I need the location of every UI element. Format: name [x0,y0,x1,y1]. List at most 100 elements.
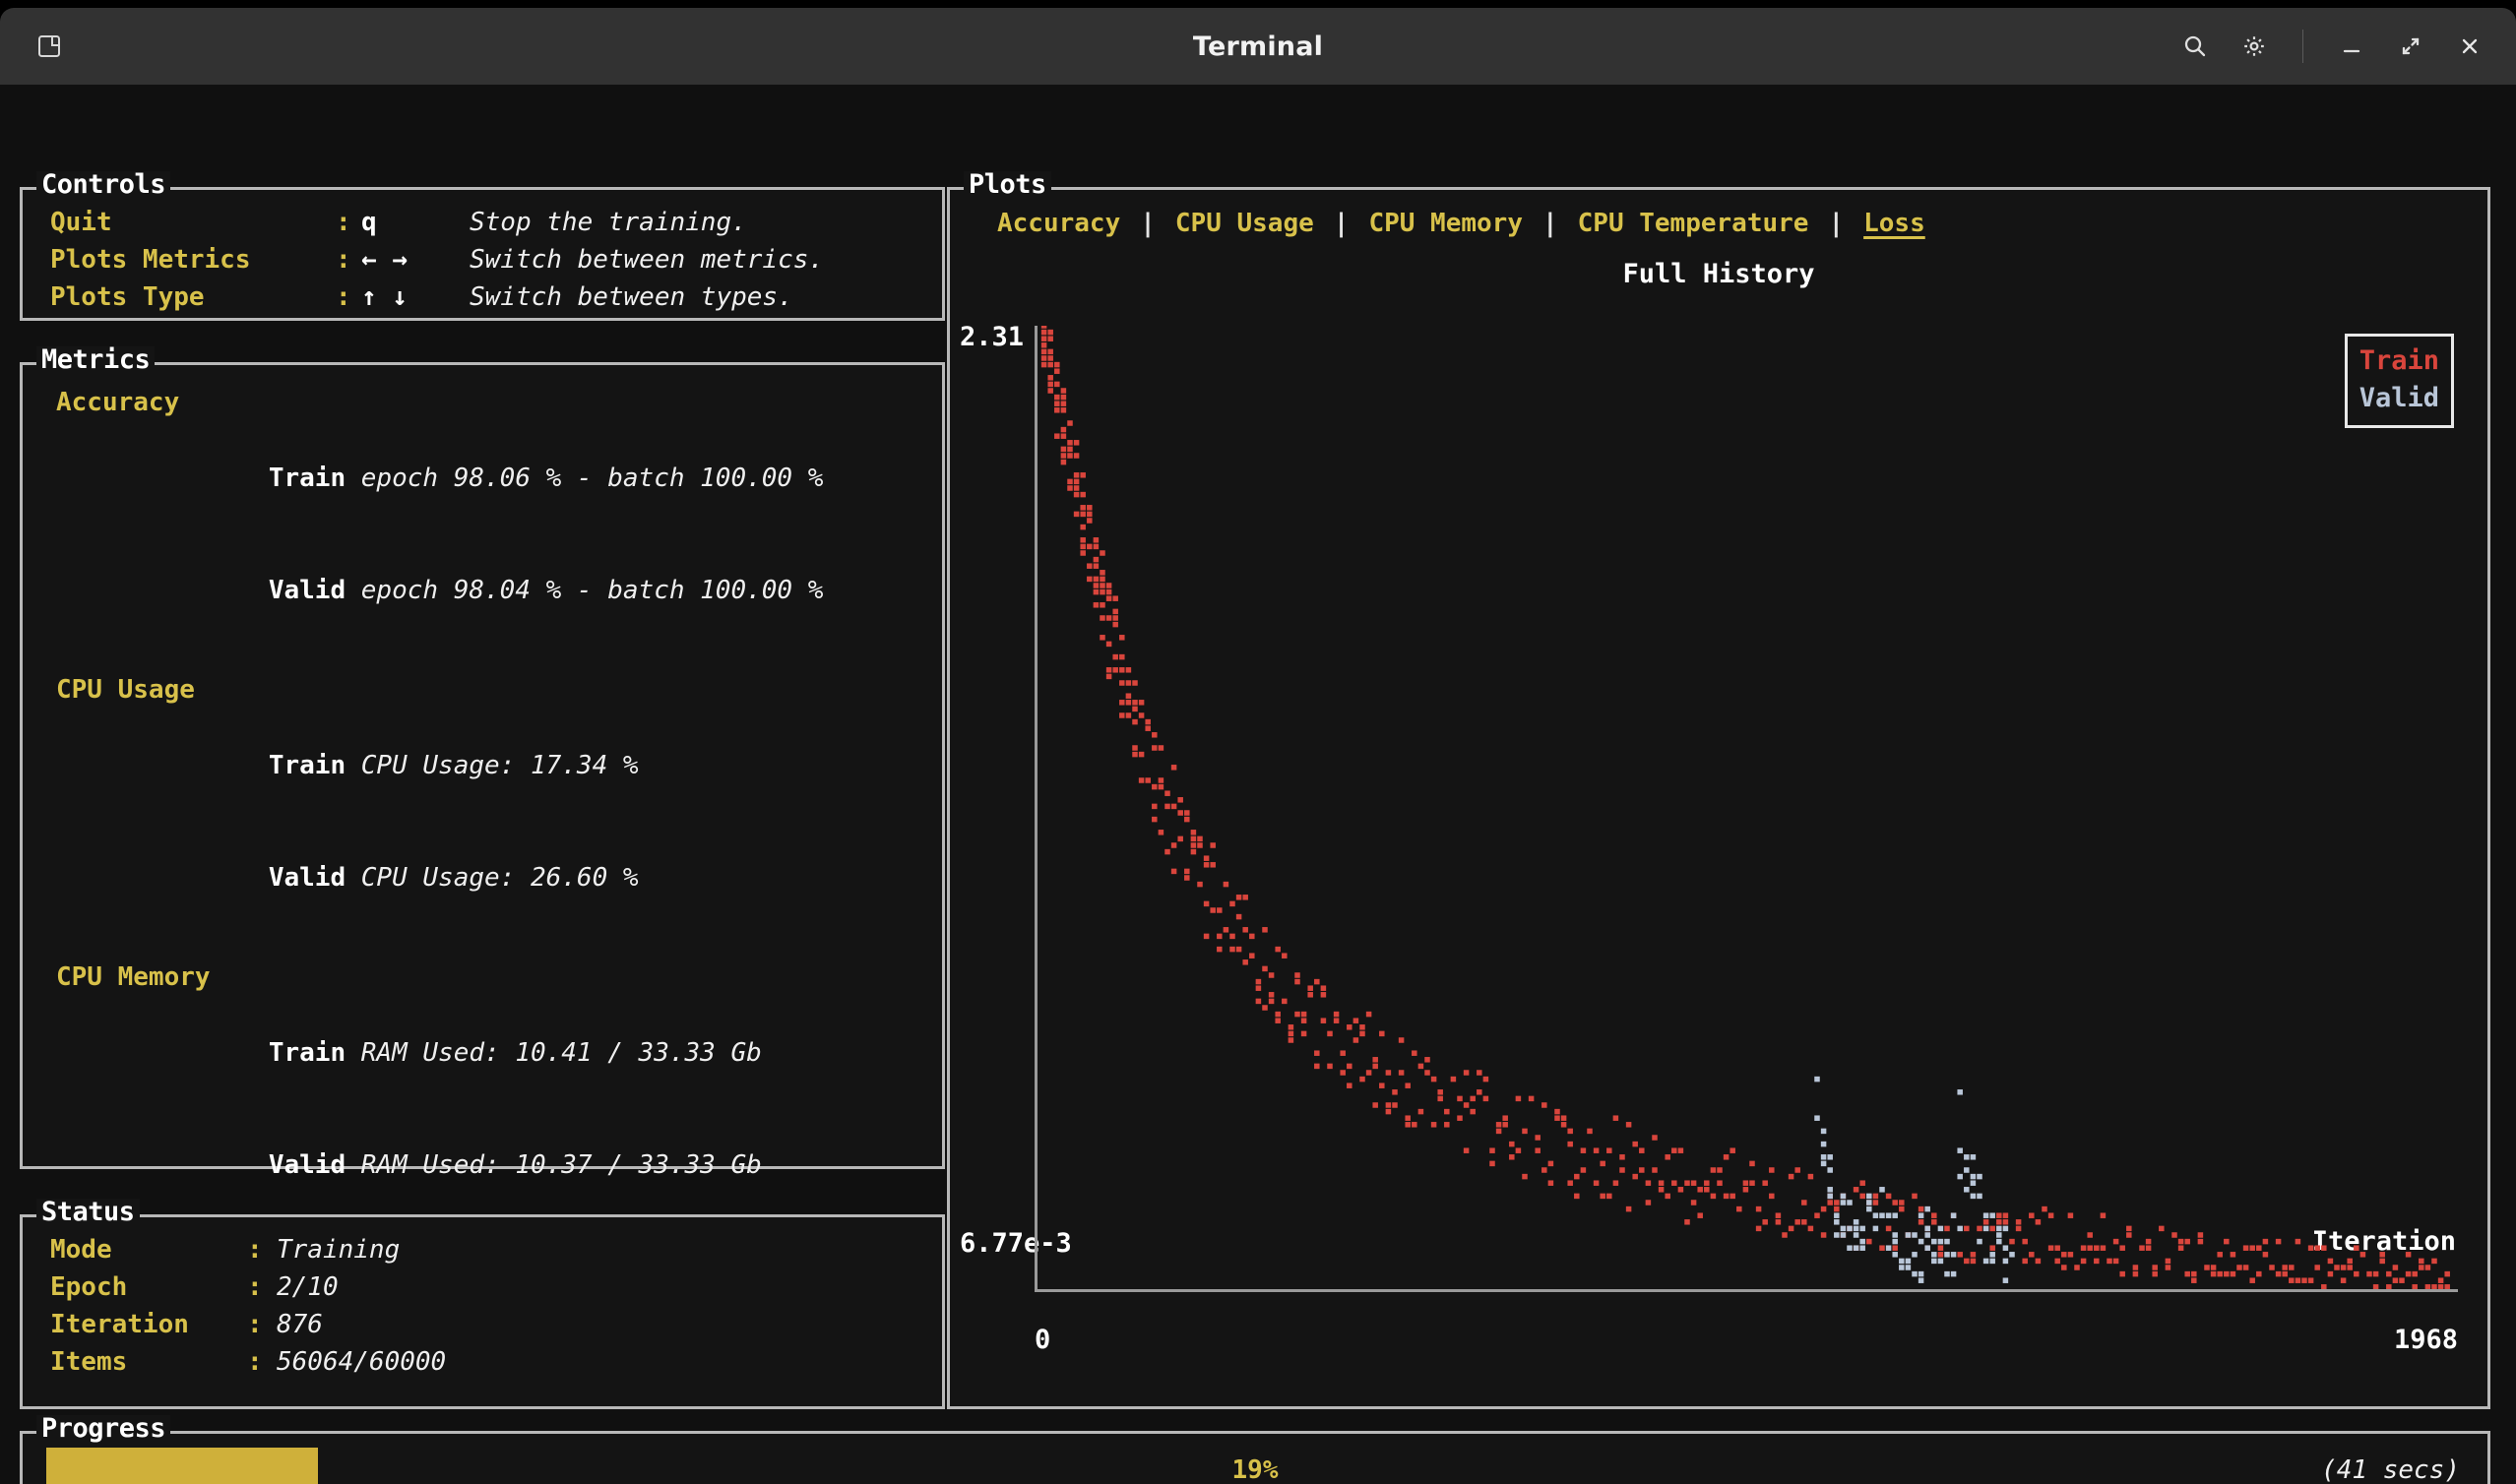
data-point [1704,1180,1710,1186]
control-key-arrows-vertical-icon: ↑ ↓ [361,282,408,312]
data-point [1242,959,1248,965]
tab-cpu-temperature[interactable]: CPU Temperature [1558,204,1829,243]
data-point [1704,1187,1710,1193]
data-point [1105,588,1112,595]
data-point [2145,1238,2152,1245]
data-point [2177,1245,2184,1251]
data-point [1762,1180,1768,1186]
data-point [2437,1284,2444,1289]
data-point [1892,1212,1898,1218]
data-point [1807,1173,1814,1180]
data-point [1067,440,1073,446]
data-point [1567,1128,1573,1135]
data-point [1100,635,1105,641]
data-point [1255,998,1262,1005]
data-point [2256,1245,2262,1251]
data-point [2379,1252,2385,1258]
data-point [2340,1277,2347,1283]
data-point [1671,1147,1677,1153]
data-point [1087,518,1093,524]
metric-line: Valid CPU Usage: 26.60 % [56,822,942,934]
data-point [1918,1212,1924,1218]
metrics-caption: Metrics [36,346,156,373]
status-value: 876 [277,1310,323,1339]
data-point [2431,1258,2437,1265]
data-point [1060,407,1067,413]
metric-group-cpu-memory: CPU Memory Train RAM Used: 10.41 / 33.33… [56,958,942,1221]
data-point [2210,1270,2217,1277]
data-point [1859,1225,1865,1232]
data-point [1087,543,1093,550]
tab-cpu-memory[interactable]: CPU Memory [1349,204,1542,243]
chart-area: 2.31 6.77e-3 0 1968 Iteration Train Vali… [950,306,2487,1406]
data-point [1671,1180,1677,1186]
data-point [1093,543,1100,550]
data-point [1918,1238,1924,1245]
data-point [1684,1219,1690,1225]
data-point [1970,1180,1977,1186]
data-point [1977,1173,1982,1180]
data-point [1268,972,1275,978]
close-icon[interactable] [2445,22,2494,71]
data-point [1535,1135,1541,1141]
data-point [1125,700,1132,706]
data-point [2061,1252,2067,1258]
data-point [1690,1180,1697,1186]
search-icon[interactable] [2170,22,2220,71]
data-point [1989,1252,1995,1258]
data-point [2347,1258,2353,1265]
data-point [1717,1167,1723,1173]
data-point [1957,1173,1963,1180]
data-point [1944,1225,1950,1232]
tab-cpu-usage[interactable]: CPU Usage [1156,204,1334,243]
data-point [1964,1167,1970,1173]
data-point [1347,1063,1352,1070]
data-point [1229,946,1235,953]
data-point [1457,1095,1463,1102]
data-point [1100,576,1105,583]
data-point [1119,635,1125,641]
data-point [1100,570,1105,576]
data-point [2359,1252,2366,1258]
metric-side-label: Train [268,464,346,493]
terminal-window-icon[interactable] [28,25,71,68]
tab-loss[interactable]: Loss [1844,204,1945,243]
data-point [1347,1024,1352,1030]
data-point [1119,700,1125,706]
data-point [2230,1270,2236,1277]
tab-accuracy[interactable]: Accuracy [977,204,1140,243]
data-point [1047,388,1053,394]
maximize-icon[interactable] [2386,22,2435,71]
data-point [1957,1147,1963,1153]
data-point [1080,543,1086,550]
data-point [1060,426,1067,433]
data-point [2249,1245,2255,1251]
data-point [1138,712,1145,718]
minimize-icon[interactable] [2327,22,2376,71]
data-point [2327,1270,2334,1277]
data-point [2094,1258,2100,1265]
data-point [1359,1024,1365,1030]
data-point [1119,680,1125,686]
data-point [1067,453,1073,459]
data-point [2262,1252,2269,1258]
data-point [2282,1265,2288,1270]
data-point [2386,1270,2392,1277]
gear-icon[interactable] [2230,22,2279,71]
data-point [2002,1212,2009,1218]
data-point [1489,1160,1495,1167]
data-point [2204,1265,2210,1270]
data-point [2197,1232,2204,1238]
data-point [1158,783,1164,790]
data-point [1957,1225,1963,1232]
data-point [1892,1238,1898,1245]
data-point [1385,1102,1392,1108]
data-point [1522,1128,1528,1135]
data-point [1912,1270,1918,1277]
title-bar-right-group [2170,22,2494,71]
data-point [2184,1270,2190,1277]
status-value: Training [277,1235,401,1265]
data-point [1125,712,1132,718]
data-point [2399,1277,2405,1283]
progress-body: 19% (41 secs) [23,1434,2487,1484]
